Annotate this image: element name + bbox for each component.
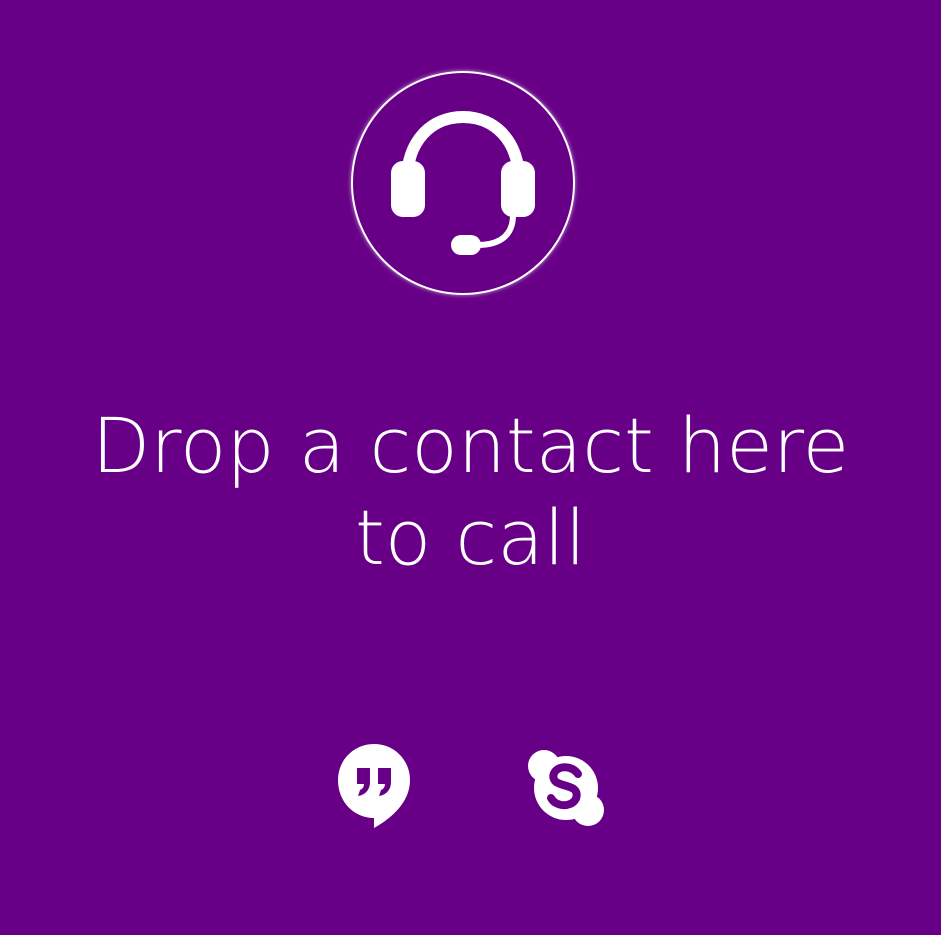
hangouts-icon: [338, 744, 410, 828]
headset-badge: [351, 71, 575, 295]
contact-drop-zone[interactable]: Drop a contact here to call: [0, 0, 941, 935]
skype-icon: [528, 750, 604, 826]
hangouts-button[interactable]: [332, 740, 416, 836]
drop-instruction-text: Drop a contact here to call: [91, 401, 850, 582]
headset-icon: [391, 111, 535, 255]
skype-button[interactable]: [524, 746, 608, 842]
call-service-row: [0, 740, 941, 840]
